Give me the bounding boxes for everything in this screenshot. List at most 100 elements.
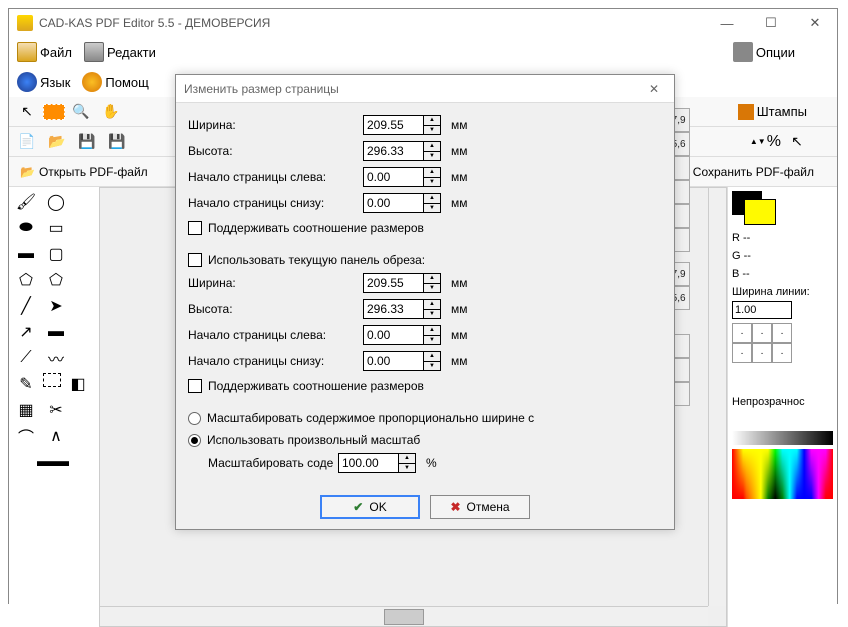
vertical-scrollbar[interactable] [708, 188, 726, 606]
menu-options[interactable]: Опции [729, 40, 799, 64]
pen-tool[interactable]: ✎ [13, 373, 39, 395]
maximize-button[interactable]: ☐ [749, 9, 793, 37]
eraser-tool[interactable]: ◧ [65, 373, 91, 395]
height2-spinner[interactable]: ▲▼ [423, 299, 441, 319]
use-trim-label: Использовать текущую панель обреза: [208, 253, 425, 267]
color-swatch[interactable] [732, 191, 762, 215]
keep-ratio-checkbox[interactable] [188, 221, 202, 235]
rounded-rect-tool[interactable]: ▢ [43, 243, 69, 265]
window-title: CAD-KAS PDF Editor 5.5 - ДЕМОВЕРСИЯ [39, 16, 270, 30]
left2-input[interactable] [363, 325, 423, 345]
width2-spinner[interactable]: ▲▼ [423, 273, 441, 293]
rect-tool[interactable]: ▭ [43, 217, 69, 239]
filled-ellipse-tool[interactable]: ⬬ [13, 217, 39, 239]
left2-spinner[interactable]: ▲▼ [423, 325, 441, 345]
arrow2-tool[interactable]: ↗ [13, 321, 39, 343]
scale-prop-radio[interactable] [188, 412, 201, 425]
brush-tool[interactable]: 🖌 [13, 191, 39, 213]
bottom-spinner[interactable]: ▲▼ [423, 193, 441, 213]
file-icon [17, 42, 37, 62]
spinner-up[interactable]: ▲▼ [751, 130, 765, 154]
thick-line-tool[interactable]: ▬ [43, 321, 69, 343]
open-button[interactable]: 📂 [43, 130, 71, 154]
scale-input[interactable] [338, 453, 398, 473]
width-label: Ширина: [188, 118, 363, 132]
cursor-button[interactable]: ↖ [13, 100, 41, 124]
save-button[interactable]: 💾 [73, 130, 101, 154]
dialog-close-button[interactable]: ✕ [642, 79, 666, 99]
ellipse-tool[interactable]: ◯ [43, 191, 69, 213]
saveas-button[interactable]: 💾 [103, 130, 131, 154]
left-input[interactable] [363, 167, 423, 187]
menu-help[interactable]: Помощ [78, 70, 152, 94]
wrench-icon [733, 42, 753, 62]
arc-tool[interactable]: ⌒ [13, 425, 39, 447]
open-pdf-button[interactable]: 📂 Открыть PDF-файл [13, 160, 155, 184]
cancel-button[interactable]: ✖Отмена [430, 495, 530, 519]
horizontal-scrollbar[interactable] [100, 606, 708, 626]
scale-spinner[interactable]: ▲▼ [398, 453, 416, 473]
arrow-tool[interactable]: ➤ [43, 295, 69, 317]
height2-input[interactable] [363, 299, 423, 319]
bottom2-spinner[interactable]: ▲▼ [423, 351, 441, 371]
alignment-grid[interactable]: ··· ··· [732, 323, 833, 363]
crop-tool[interactable]: ✂ [43, 399, 69, 421]
percent-label: % [767, 133, 781, 151]
dialog-titlebar: Изменить размер страницы ✕ [176, 75, 674, 103]
width2-input[interactable] [363, 273, 423, 293]
line-tool[interactable]: ╱ [13, 295, 39, 317]
check-icon: ✔ [353, 500, 363, 514]
edit-icon [84, 42, 104, 62]
bottom-label: Начало страницы снизу: [188, 196, 363, 210]
scale-arb-radio[interactable] [188, 434, 201, 447]
polygon-tool[interactable]: ⬠ [13, 269, 39, 291]
keep-ratio2-checkbox[interactable] [188, 379, 202, 393]
color-picker[interactable] [732, 449, 833, 499]
r-value: R -- [732, 229, 833, 247]
scale-arb-label: Использовать произвольный масштаб [207, 433, 420, 447]
help-icon [82, 72, 102, 92]
width-input[interactable] [363, 115, 423, 135]
curve-tool[interactable]: ⟋ [13, 347, 39, 369]
g-value: G -- [732, 247, 833, 265]
marquee-tool[interactable] [43, 373, 61, 387]
x-icon: ✖ [450, 500, 460, 514]
percent-unit: % [426, 456, 437, 470]
new-button[interactable]: 📄 [13, 130, 41, 154]
hline-tool[interactable]: ▬▬ [13, 451, 93, 473]
scale-content-label: Масштабировать соде [208, 456, 338, 470]
scale-prop-label: Масштабировать содержимое пропорциональн… [207, 411, 534, 425]
keep-ratio-label: Поддерживать соотношение размеров [208, 221, 424, 235]
minimize-button[interactable]: — [705, 9, 749, 37]
opacity-bar[interactable] [732, 431, 833, 445]
left-spinner[interactable]: ▲▼ [423, 167, 441, 187]
ok-button[interactable]: ✔OK [320, 495, 420, 519]
height-input[interactable] [363, 141, 423, 161]
height-spinner[interactable]: ▲▼ [423, 141, 441, 161]
stamp-icon [738, 104, 754, 120]
menubar: Файл Редакти Опции [9, 37, 837, 67]
zoom-button[interactable]: 🔍 [67, 100, 95, 124]
wave-tool[interactable]: 〰 [43, 347, 69, 369]
opacity-label: Непрозрачнос [732, 393, 833, 411]
scroll-thumb[interactable] [384, 609, 424, 625]
menu-file[interactable]: Файл [13, 40, 76, 64]
angle-tool[interactable]: ∧ [43, 425, 69, 447]
stamps-menu[interactable]: Штампы [734, 102, 811, 122]
line-width-input[interactable] [732, 301, 792, 319]
cursor2-button[interactable]: ↖ [783, 130, 811, 154]
use-trim-checkbox[interactable] [188, 253, 202, 267]
select-rect-button[interactable] [43, 104, 65, 120]
filled-rect-tool[interactable]: ▬ [13, 243, 39, 265]
close-button[interactable]: ✕ [793, 9, 837, 37]
gradient-tool[interactable]: ▦ [13, 399, 39, 421]
bottom2-input[interactable] [363, 351, 423, 371]
left-label: Начало страницы слева: [188, 170, 363, 184]
width-spinner[interactable]: ▲▼ [423, 115, 441, 135]
menu-lang[interactable]: Язык [13, 70, 74, 94]
bottom-input[interactable] [363, 193, 423, 213]
hand-button[interactable]: ✋ [97, 100, 125, 124]
pentagon-tool[interactable]: ⬠ [43, 269, 69, 291]
menu-edit[interactable]: Редакти [80, 40, 160, 64]
dialog-title: Изменить размер страницы [184, 82, 339, 96]
